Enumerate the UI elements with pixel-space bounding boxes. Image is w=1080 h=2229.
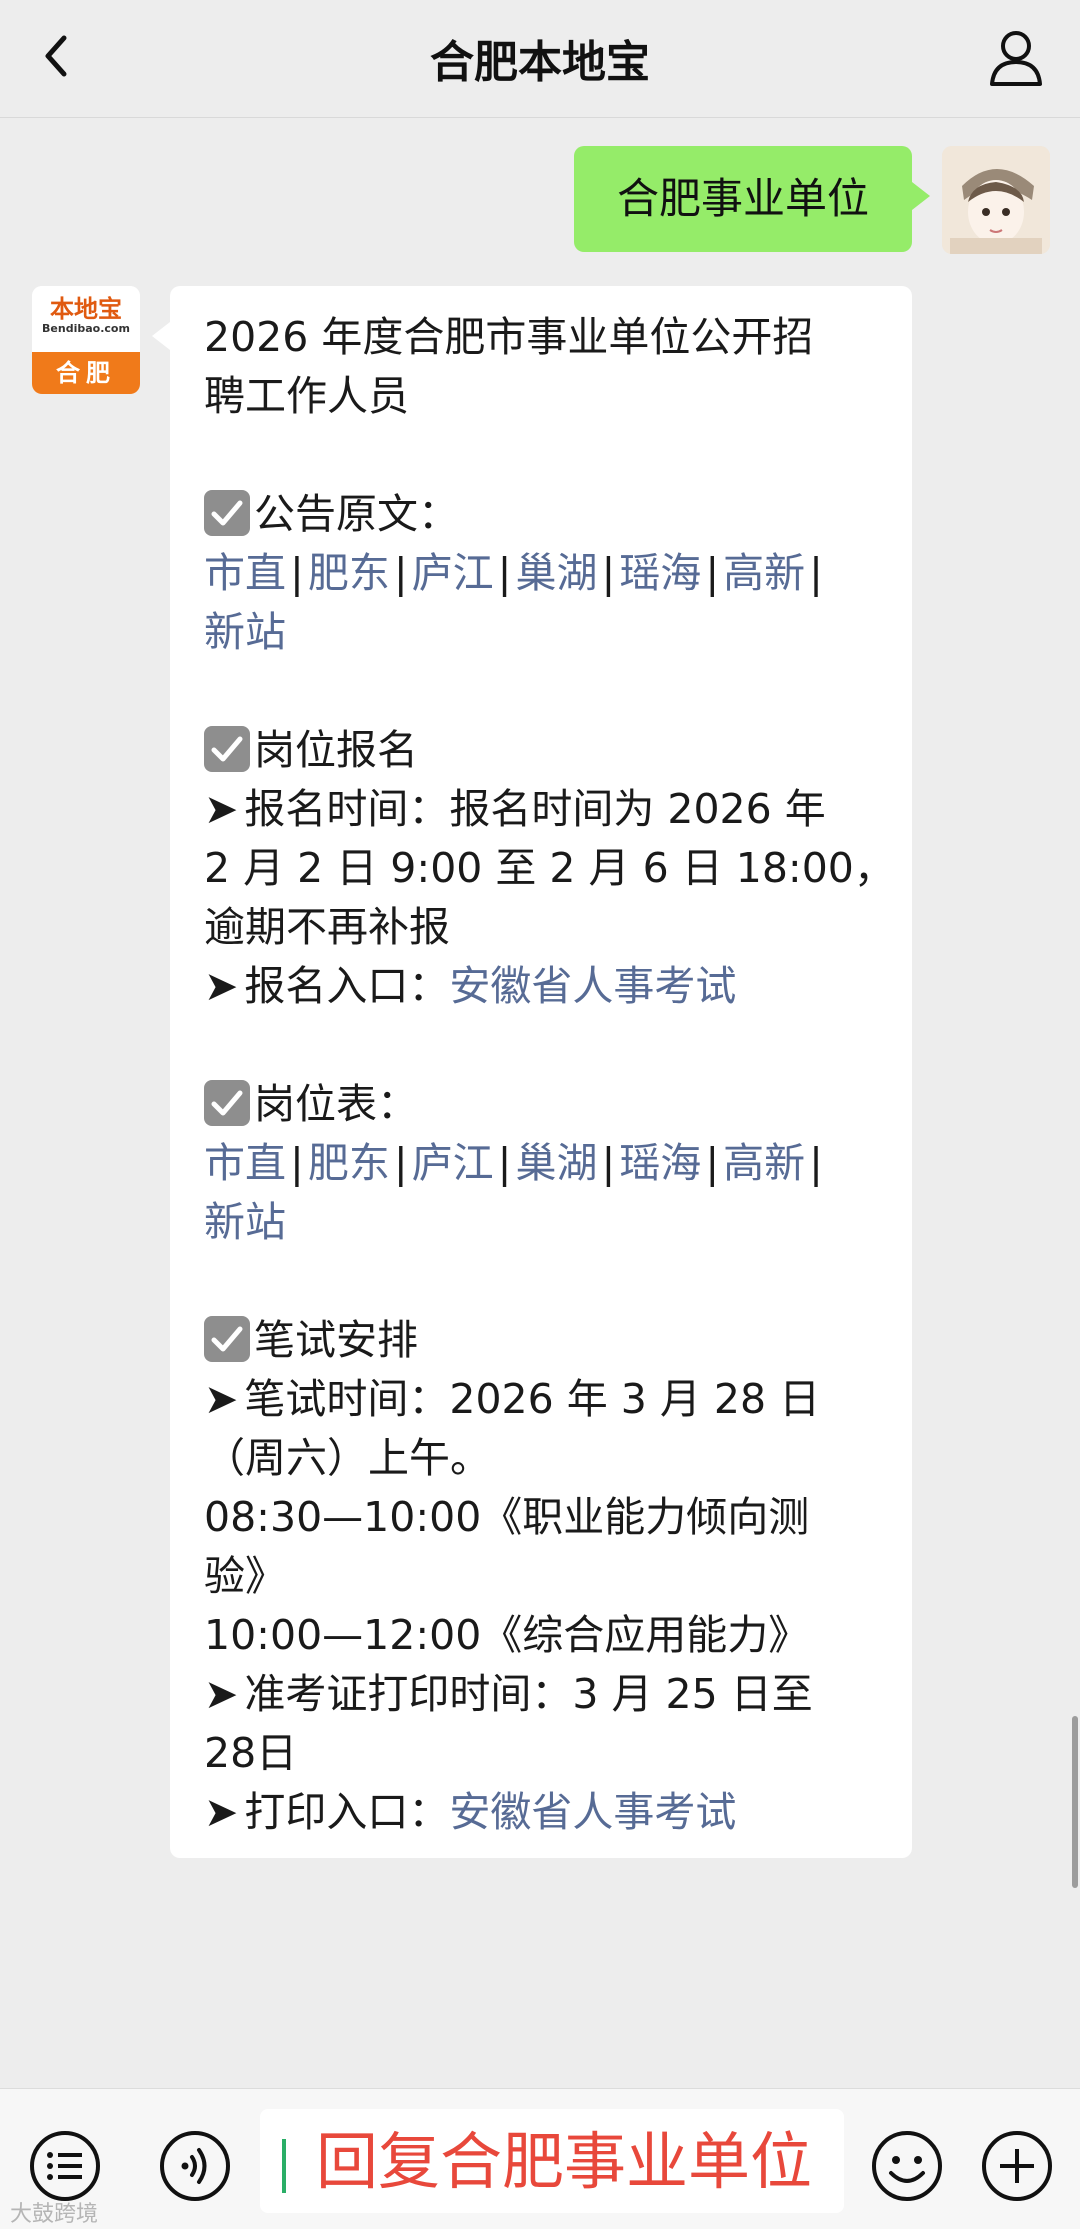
text-line: ➤ 打印入口：安徽省人事考试 [204,1783,882,1842]
section-title: 岗位报名 [254,726,418,774]
bot-avatar-top: 本地宝 Bendibao.com [32,286,140,352]
text-line: （周六）上午。 [204,1434,491,1482]
user-avatar[interactable] [942,146,1050,254]
text-line: ➤ 笔试时间：2026 年 3 月 28 日 [204,1370,882,1429]
print-entry-label: 打印入口： [244,1788,450,1836]
link-row: 市直|肥东|庐江|巢湖|瑶海|高新| [204,1134,882,1193]
separator: | [497,1139,512,1187]
list-menu-icon[interactable] [28,2129,102,2203]
separator: | [601,549,616,597]
bot-avatar-city: 合肥 [32,352,140,394]
text-line: 验》 [204,1552,286,1600]
registration-time: 报名时间：报名时间为 2026 年 [244,785,826,833]
top-bar: 合肥本地宝 [0,0,1080,118]
section-heading: 笔试安排 [204,1311,882,1370]
section-title: 岗位表： [254,1080,418,1128]
scrollbar-thumb[interactable] [1072,1716,1078,1888]
separator: | [290,1139,304,1187]
registration-entry-link[interactable]: 安徽省人事考试 [449,962,736,1010]
separator: | [705,549,720,597]
admission-print-time: 准考证打印时间：3 月 25 日至 [244,1670,813,1718]
bot-message-bubble: 2026 年度合肥市事业单位公开招 聘工作人员 公告原文： 市直|肥东|庐江|巢… [152,286,912,1858]
voice-icon[interactable] [158,2129,232,2203]
text-line: 28日 [204,1729,298,1777]
notice-link-gaoxin[interactable]: 高新 [723,549,805,597]
bot-avatar-brand: 本地宝 [50,295,122,323]
post-table-link-lujiang[interactable]: 庐江 [412,1139,494,1187]
page-title: 合肥本地宝 [430,37,650,88]
separator: | [809,549,823,597]
watermark: 大鼓跨境 [10,2202,99,2227]
separator: | [497,549,512,597]
separator: | [290,549,304,597]
notice-link-yaohai[interactable]: 瑶海 [619,549,701,597]
article-title-line: 聘工作人员 [204,372,409,420]
arrow-icon: ➤ [204,1670,239,1718]
text-line: ➤ 报名入口：安徽省人事考试 [204,957,882,1016]
section-heading: 岗位表： [204,1075,882,1134]
checkbox-icon [204,1080,250,1126]
link-row: 市直|肥东|庐江|巢湖|瑶海|高新| [204,544,882,603]
notice-link-shizhi[interactable]: 市直 [204,549,286,597]
user-message-bubble: 合肥事业单位 [574,146,930,252]
message-input-text: 回复合肥事业单位 [316,2125,813,2198]
text-line: ➤ 准考证打印时间：3 月 25 日至 [204,1665,882,1724]
section-title: 笔试安排 [254,1316,418,1364]
registration-entry-label: 报名入口： [244,962,450,1010]
separator: | [705,1139,720,1187]
plus-icon[interactable] [980,2129,1054,2203]
article-title-line: 2026 年度合肥市事业单位公开招 [204,313,814,361]
separator: | [809,1139,823,1187]
arrow-icon: ➤ [204,1375,239,1423]
separator: | [393,1139,408,1187]
link-row: 新站 [204,1193,882,1252]
arrow-icon: ➤ [204,962,239,1010]
separator: | [601,1139,616,1187]
section-title: 公告原文： [254,490,459,538]
notice-link-feidong[interactable]: 肥东 [308,549,390,597]
text-line: 08:30—10:00《职业能力倾向测 [204,1493,810,1541]
text-line: 逾期不再补报 [204,903,450,951]
checkbox-icon [204,726,250,772]
checkbox-icon [204,1316,250,1362]
bot-avatar-domain: Bendibao.com [42,322,130,335]
text-cursor [282,2139,286,2193]
bottom-input-bar: 回复合肥事业单位 [0,2088,1080,2229]
checkbox-icon [204,490,250,536]
post-table-link-shizhi[interactable]: 市直 [204,1139,286,1187]
notice-link-lujiang[interactable]: 庐江 [412,549,494,597]
print-entry-link[interactable]: 安徽省人事考试 [449,1788,736,1836]
arrow-icon: ➤ [204,785,239,833]
separator: | [393,549,408,597]
post-table-link-chaohu[interactable]: 巢湖 [515,1139,597,1187]
notice-link-chaohu[interactable]: 巢湖 [515,549,597,597]
arrow-icon: ➤ [204,1788,239,1836]
text-line: 2 月 2 日 9:00 至 2 月 6 日 18:00， [204,844,895,892]
notice-link-xinzhan[interactable]: 新站 [204,608,286,656]
text-line: ➤ 报名时间：报名时间为 2026 年 [204,780,882,839]
exam-time: 笔试时间：2026 年 3 月 28 日 [244,1375,821,1423]
message-input[interactable]: 回复合肥事业单位 [260,2109,844,2213]
section-heading: 公告原文： [204,485,882,544]
emoji-icon[interactable] [870,2129,944,2203]
post-table-link-yaohai[interactable]: 瑶海 [619,1139,701,1187]
bot-avatar[interactable]: 本地宝 Bendibao.com 合肥 [32,286,140,394]
person-icon[interactable] [982,24,1050,92]
link-row: 新站 [204,603,882,662]
text-line: 10:00—12:00《综合应用能力》 [204,1611,810,1659]
post-table-link-gaoxin[interactable]: 高新 [723,1139,805,1187]
post-table-link-feidong[interactable]: 肥东 [308,1139,390,1187]
post-table-link-xinzhan[interactable]: 新站 [204,1198,286,1246]
section-heading: 岗位报名 [204,721,882,780]
